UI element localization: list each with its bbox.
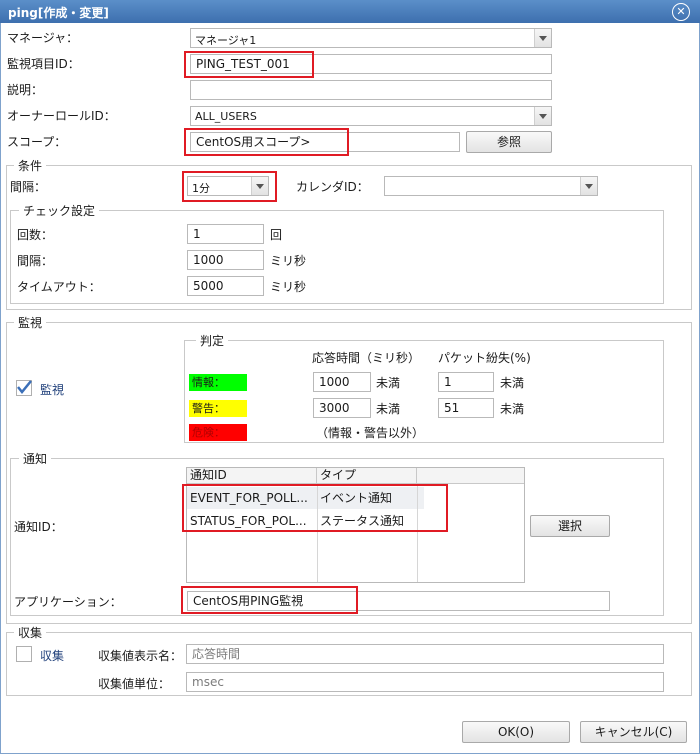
warn-response-input[interactable]: 3000 [313,398,371,418]
check-settings-group [10,210,664,304]
warn-response-unit: 未満 [376,402,401,416]
collect-checkbox-label[interactable]: 収集 [40,647,64,664]
scope-label: スコープ： [7,135,67,149]
notify-select-button[interactable]: 選択 [530,515,610,537]
owner-role-value: ALL_USERS [195,110,257,123]
count-input[interactable]: 1 [187,224,264,244]
highlight-notify-rows [182,484,448,532]
info-packet-unit: 未満 [500,376,525,390]
check-interval-input[interactable]: 1000 [187,250,264,270]
monitor-checkbox-label[interactable]: 監視 [40,381,64,398]
display-name-input[interactable]: 応答時間 [186,644,664,664]
warn-swatch: 警告： [189,400,247,417]
info-response-unit: 未満 [376,376,401,390]
timeout-label: タイムアウト： [17,280,101,294]
interval-label: 間隔： [10,180,47,194]
monitor-id-label: 監視項目ID： [7,57,80,71]
info-packet-input[interactable]: 1 [438,372,494,392]
manager-select[interactable]: マネージャ1 [190,28,552,48]
check-settings-legend: チェック設定 [19,202,100,219]
ok-button[interactable]: OK(O) [462,721,570,743]
highlight-scope [184,128,349,156]
highlight-interval [182,171,277,202]
timeout-unit: ミリ秒 [270,280,307,294]
highlight-monitor-id [184,51,314,78]
cancel-button[interactable]: キャンセル(C) [580,721,687,743]
judge-legend: 判定 [196,332,229,349]
condition-legend: 条件 [14,157,47,174]
display-name-label: 収集値表示名： [98,649,183,663]
owner-role-select[interactable]: ALL_USERS [190,106,552,126]
owner-role-label: オーナーロールID： [7,109,116,123]
response-time-header: 応答時間（ミリ秒） [312,351,421,365]
check-interval-label: 間隔： [17,254,54,268]
description-input[interactable] [190,80,552,100]
warn-packet-input[interactable]: 51 [438,398,494,418]
warn-packet-unit: 未満 [500,402,525,416]
count-label: 回数： [17,228,54,242]
danger-swatch: 危険： [189,424,247,441]
description-label: 説明： [7,83,44,97]
window-title: ping[作成・変更] [8,6,109,20]
manager-value: マネージャ1 [195,34,257,47]
monitor-checkbox[interactable] [16,380,32,396]
check-interval-unit: ミリ秒 [270,254,307,268]
highlight-application [181,586,358,614]
checkmark-icon [17,380,32,394]
close-icon[interactable]: ✕ [672,3,690,21]
chevron-down-icon [580,177,597,195]
title-bar: ping[作成・変更] ✕ [0,0,700,23]
collect-unit-label: 収集値単位： [98,677,171,691]
monitor-legend: 監視 [14,314,47,331]
calendar-label: カレンダID： [296,180,369,194]
notify-legend: 通知 [19,450,52,467]
notify-id-label: 通知ID： [14,520,63,534]
chevron-down-icon [534,107,551,125]
danger-note: （情報・警告以外） [316,426,425,440]
chevron-down-icon [534,29,551,47]
manager-label: マネージャ： [7,31,79,45]
collect-unit-input[interactable]: msec [186,672,664,692]
count-unit: 回 [270,228,283,242]
notify-col-blank [417,468,524,484]
scope-browse-button[interactable]: 参照 [466,131,552,153]
notify-col-id: 通知ID [187,468,317,484]
collect-legend: 収集 [14,624,47,641]
info-response-input[interactable]: 1000 [313,372,371,392]
notify-col-type: タイプ [317,468,417,484]
packet-loss-header: パケット紛失(%) [438,351,531,365]
timeout-input[interactable]: 5000 [187,276,264,296]
info-swatch: 情報： [189,374,247,391]
collect-checkbox[interactable] [16,646,32,662]
calendar-select[interactable] [384,176,598,196]
application-label: アプリケーション： [14,595,122,609]
